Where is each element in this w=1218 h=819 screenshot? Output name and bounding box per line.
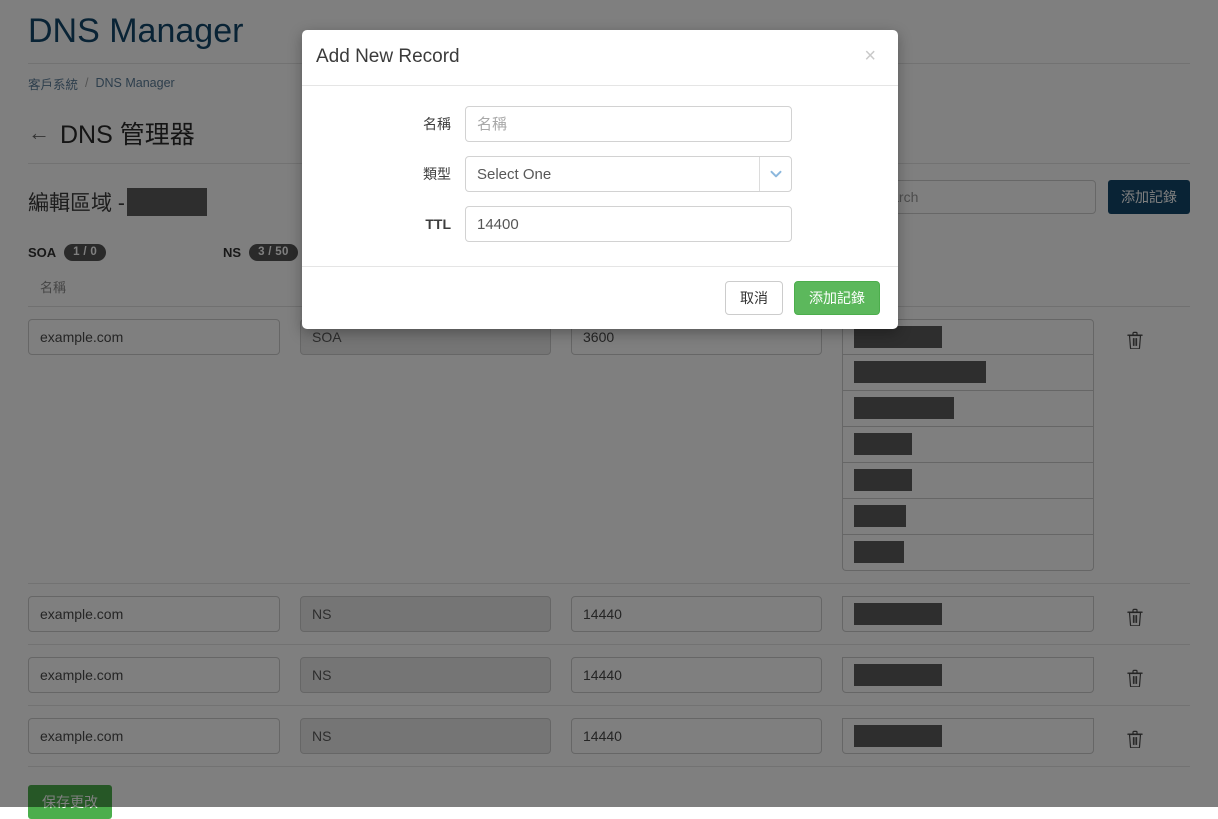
- type-select[interactable]: Select One: [465, 156, 792, 192]
- name-field-label: 名稱: [423, 116, 451, 132]
- name-field-wrap: [465, 106, 792, 142]
- ttl-input[interactable]: [465, 206, 792, 242]
- form-row-type: 類型 Select One: [322, 156, 878, 192]
- close-icon[interactable]: ×: [858, 45, 882, 67]
- ttl-field-label: TTL: [425, 216, 451, 232]
- form-row-name: 名稱: [322, 106, 878, 142]
- modal-title: Add New Record: [316, 46, 460, 67]
- submit-add-record-button[interactable]: 添加記錄: [794, 281, 880, 315]
- type-field-label: 類型: [423, 166, 451, 182]
- name-input[interactable]: [465, 106, 792, 142]
- modal-header: Add New Record ×: [302, 30, 898, 86]
- chevron-down-icon[interactable]: [759, 157, 791, 191]
- form-row-ttl: TTL: [322, 206, 878, 242]
- type-select-value: Select One: [477, 165, 552, 183]
- cancel-button[interactable]: 取消: [725, 281, 783, 315]
- ttl-field-wrap: [465, 206, 792, 242]
- type-field-wrap: Select One: [465, 156, 792, 192]
- modal-body: 名稱 類型 Select One TTL: [302, 86, 898, 266]
- add-record-modal: Add New Record × 名稱 類型 Select One: [302, 30, 898, 329]
- modal-footer: 取消 添加記錄: [302, 266, 898, 329]
